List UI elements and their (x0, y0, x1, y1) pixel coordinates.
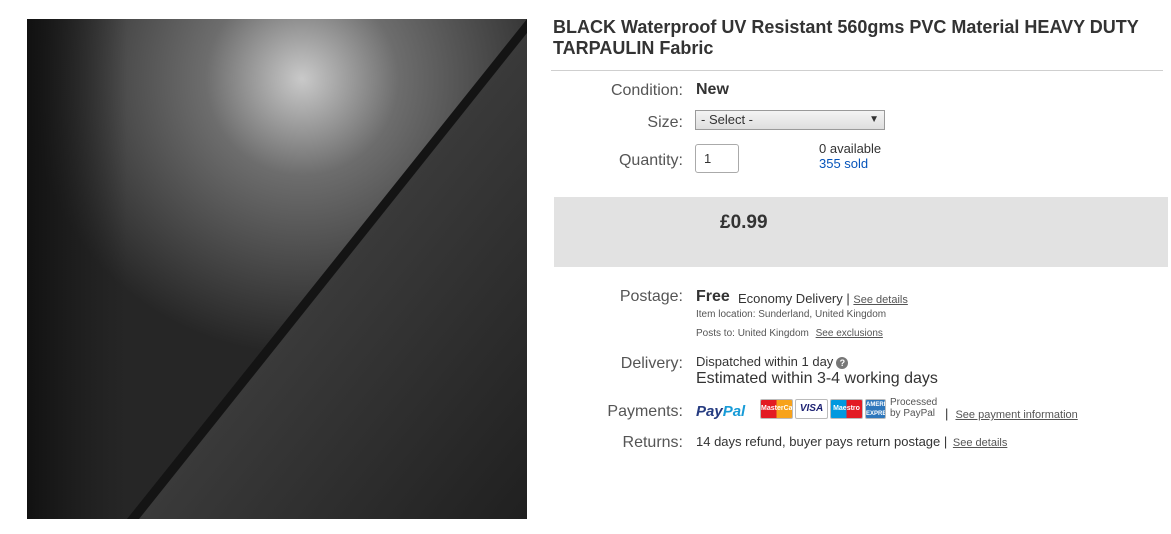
postage-label: Postage: (619, 288, 683, 305)
product-image[interactable] (27, 19, 527, 519)
returns-policy: 14 days refund, buyer pays return postag… (696, 434, 941, 449)
posts-to-line: Posts to: United Kingdom See exclusions (696, 328, 883, 339)
dispatch-time: Dispatched within 1 day (696, 354, 834, 369)
title-divider (551, 70, 1163, 71)
size-select[interactable]: - Select - ▼ (695, 110, 885, 130)
tarpaulin-photo (27, 19, 527, 519)
available-count: 0 available (819, 141, 882, 156)
returns-line: 14 days refund, buyer pays return postag… (696, 434, 1007, 449)
sold-count-link[interactable]: 355 sold (819, 156, 868, 171)
postage-details-link[interactable]: See details (853, 294, 907, 306)
postage-cost: Free (696, 288, 730, 305)
paypal-logo: PayPal (696, 403, 746, 420)
size-selected-value: - Select - (701, 112, 754, 127)
postage-service: Economy Delivery (738, 291, 843, 306)
payment-info-link[interactable]: See payment information (955, 409, 1077, 421)
item-location: Sunderland, United Kingdom (758, 309, 887, 320)
posts-to: United Kingdom (737, 328, 809, 339)
maestro-icon: Maestro (830, 399, 863, 419)
price-box (554, 197, 1168, 267)
item-location-label: Item location: (696, 309, 756, 320)
quantity-input[interactable]: 1 (695, 144, 739, 173)
amex-icon: AMERICAN EXPRESS (865, 399, 886, 419)
dropdown-arrow-icon: ▼ (869, 114, 879, 125)
mastercard-icon: MasterCard (760, 399, 793, 419)
posts-to-label: Posts to: (696, 328, 735, 339)
postage-service-line: Economy Delivery | See details (738, 291, 908, 306)
condition-value: New (696, 81, 729, 98)
item-title: BLACK Waterproof UV Resistant 560gms PVC… (553, 17, 1139, 58)
exclusions-link[interactable]: See exclusions (816, 328, 883, 339)
returns-label: Returns: (622, 434, 683, 451)
delivery-label: Delivery: (620, 355, 683, 372)
separator: | (846, 291, 850, 306)
size-label: Size: (647, 114, 683, 131)
separator: | (943, 434, 948, 449)
separator: | (945, 406, 949, 421)
delivery-estimate: Estimated within 3-4 working days (696, 370, 938, 387)
returns-details-link[interactable]: See details (953, 437, 1007, 449)
item-location-line: Item location: Sunderland, United Kingdo… (696, 309, 886, 320)
quantity-label: Quantity: (618, 152, 683, 169)
visa-icon: VISA (795, 399, 828, 419)
help-icon[interactable]: ? (836, 357, 849, 369)
payment-info-line: | See payment information (945, 406, 1078, 421)
condition-label: Condition: (610, 82, 683, 99)
payments-label: Payments: (607, 403, 683, 420)
item-price: £0.99 (720, 212, 768, 233)
processed-by-paypal: Processed by PayPal (890, 397, 938, 419)
dispatch-line: Dispatched within 1 day? (696, 354, 849, 369)
